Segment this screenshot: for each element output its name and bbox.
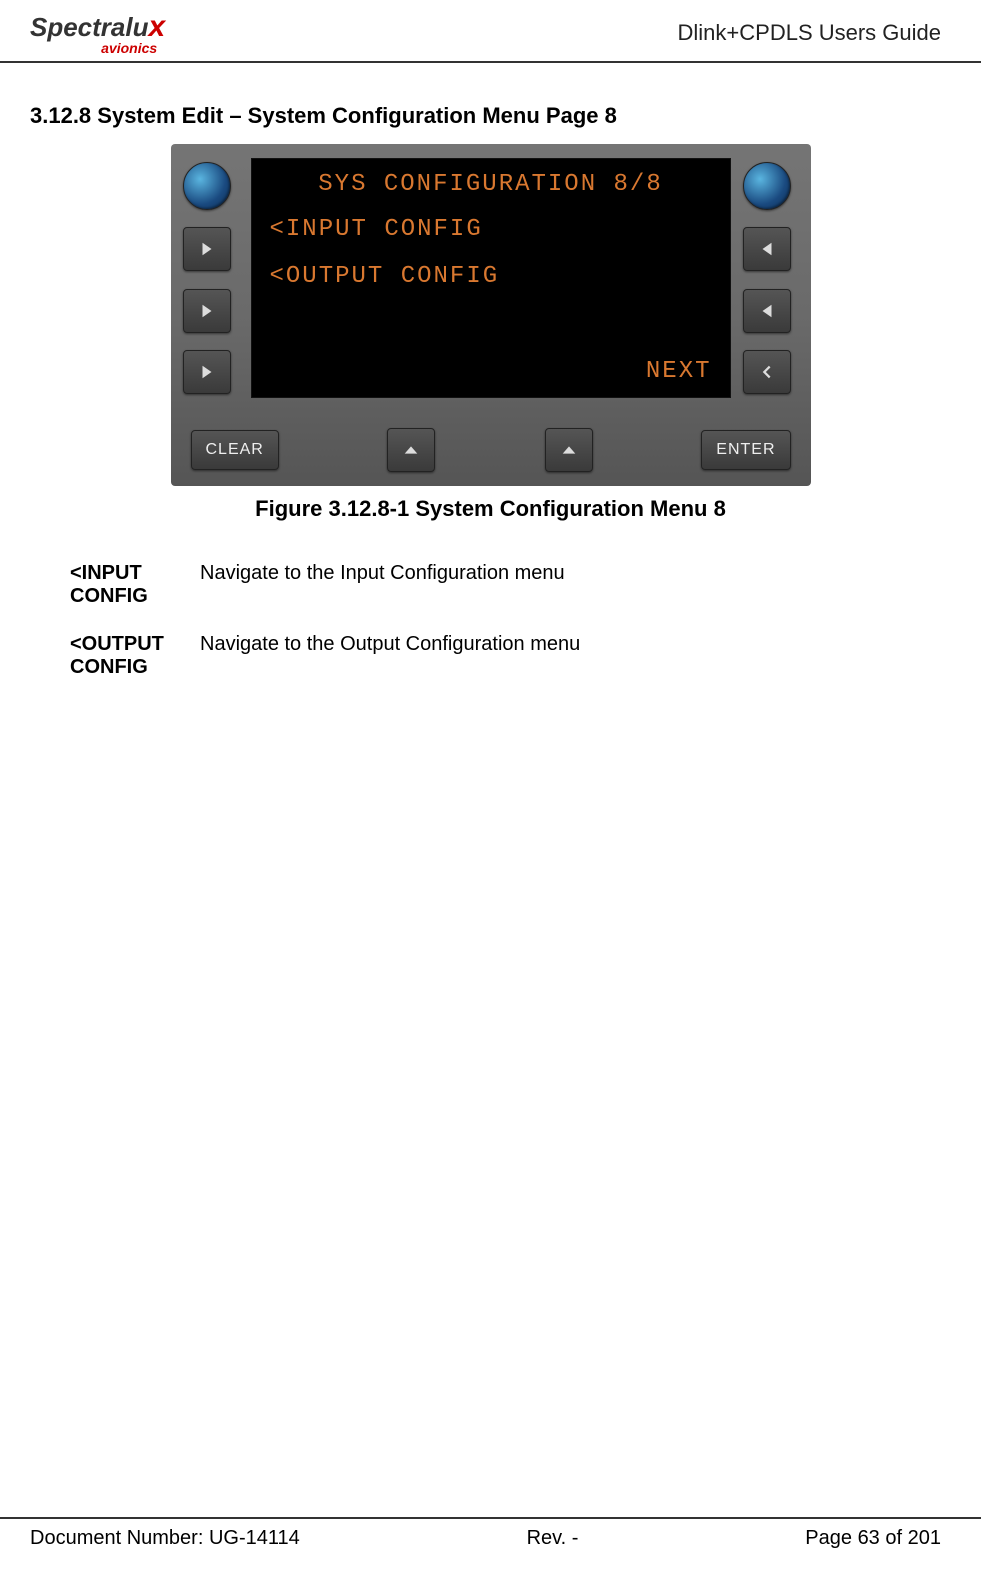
chevron-up-icon <box>402 441 420 459</box>
up-arrow-button-2[interactable] <box>545 428 593 472</box>
logo-spectra: Spectralu <box>30 12 149 43</box>
logo-x: x <box>149 10 166 44</box>
page-header: Spectralux avionics Dlink+CPDLS Users Gu… <box>0 0 981 63</box>
up-arrow-button-1[interactable] <box>387 428 435 472</box>
right-button-column <box>743 158 799 398</box>
left-button-column <box>183 158 239 398</box>
play-right-icon <box>198 240 216 258</box>
left-arrow-button-2[interactable] <box>183 289 231 333</box>
screen-title: SYS CONFIGURATION 8/8 <box>270 171 712 198</box>
footer-doc-number: Document Number: UG-14114 <box>30 1527 300 1550</box>
figure-caption: Figure 3.12.8-1 System Configuration Men… <box>0 496 981 522</box>
right-arrow-button-2[interactable] <box>743 289 791 333</box>
play-right-icon <box>198 302 216 320</box>
left-disc-button[interactable] <box>183 162 231 210</box>
right-arrow-button-1[interactable] <box>743 227 791 271</box>
chevron-up-icon <box>560 441 578 459</box>
play-right-icon <box>198 363 216 381</box>
right-arrow-button-3[interactable] <box>743 350 791 394</box>
clear-button[interactable]: CLEAR <box>191 430 279 470</box>
screen-line-output: <OUTPUT CONFIG <box>270 263 712 290</box>
play-left-icon <box>758 240 776 258</box>
desc-label: <INPUT CONFIG <box>70 562 200 608</box>
footer-page: Page 63 of 201 <box>805 1527 941 1550</box>
chevron-left-icon <box>758 363 776 381</box>
device-screen: SYS CONFIGURATION 8/8 <INPUT CONFIG <OUT… <box>251 158 731 398</box>
description-table: <INPUT CONFIG Navigate to the Input Conf… <box>70 562 911 679</box>
desc-label: <OUTPUT CONFIG <box>70 633 200 679</box>
right-disc-button[interactable] <box>743 162 791 210</box>
left-arrow-button-1[interactable] <box>183 227 231 271</box>
footer-revision: Rev. - <box>527 1527 579 1550</box>
desc-row: <INPUT CONFIG Navigate to the Input Conf… <box>70 562 911 608</box>
page-footer: Document Number: UG-14114 Rev. - Page 63… <box>0 1517 981 1550</box>
section-title: 3.12.8 System Edit – System Configuratio… <box>0 63 981 144</box>
logo: Spectralux avionics <box>30 10 165 56</box>
device-panel: SYS CONFIGURATION 8/8 <INPUT CONFIG <OUT… <box>171 144 811 486</box>
play-left-icon <box>758 302 776 320</box>
enter-button[interactable]: ENTER <box>701 430 790 470</box>
header-title: Dlink+CPDLS Users Guide <box>678 20 941 46</box>
logo-avionics: avionics <box>30 40 165 56</box>
desc-text: Navigate to the Input Configuration menu <box>200 562 565 608</box>
screen-next: NEXT <box>646 358 712 385</box>
left-arrow-button-3[interactable] <box>183 350 231 394</box>
desc-row: <OUTPUT CONFIG Navigate to the Output Co… <box>70 633 911 679</box>
desc-text: Navigate to the Output Configuration men… <box>200 633 580 679</box>
screen-line-input: <INPUT CONFIG <box>270 216 712 243</box>
